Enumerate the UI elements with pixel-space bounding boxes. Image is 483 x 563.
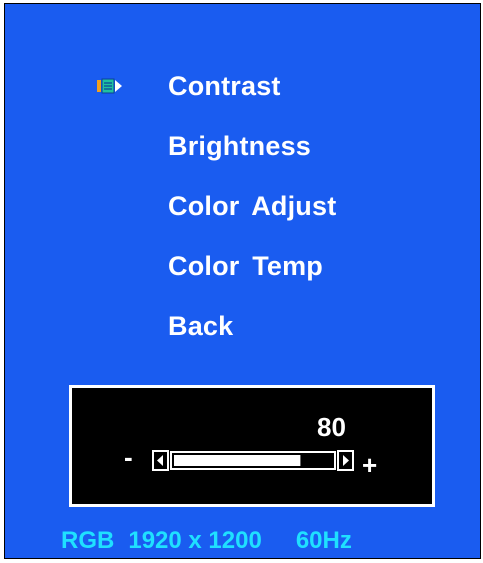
menu-item-back[interactable]: Back [168,310,233,342]
increase-button[interactable]: + [362,450,377,480]
signal-status-bar: RGB 1920 x 1200 60Hz [61,527,352,555]
contrast-slider[interactable] [152,450,355,471]
resolution: 1920 x 1200 [128,527,262,554]
selection-arrow-icon [97,78,122,94]
menu-item-color-temp[interactable]: Color Temp [168,250,323,282]
slider-fill [174,455,301,466]
osd-menu-panel: Contrast Brightness Color Adjust Color T… [4,3,481,559]
menu-item-color-adjust[interactable]: Color Adjust [168,190,336,222]
refresh-rate: 60Hz [295,527,352,554]
adjustment-box: 80 - + [69,385,435,507]
signal-type: RGB [61,527,115,554]
menu-item-contrast[interactable]: Contrast [168,70,281,102]
menu-item-brightness[interactable]: Brightness [168,130,311,162]
contrast-value: 80 [317,412,346,442]
decrease-button[interactable]: - [124,442,133,472]
